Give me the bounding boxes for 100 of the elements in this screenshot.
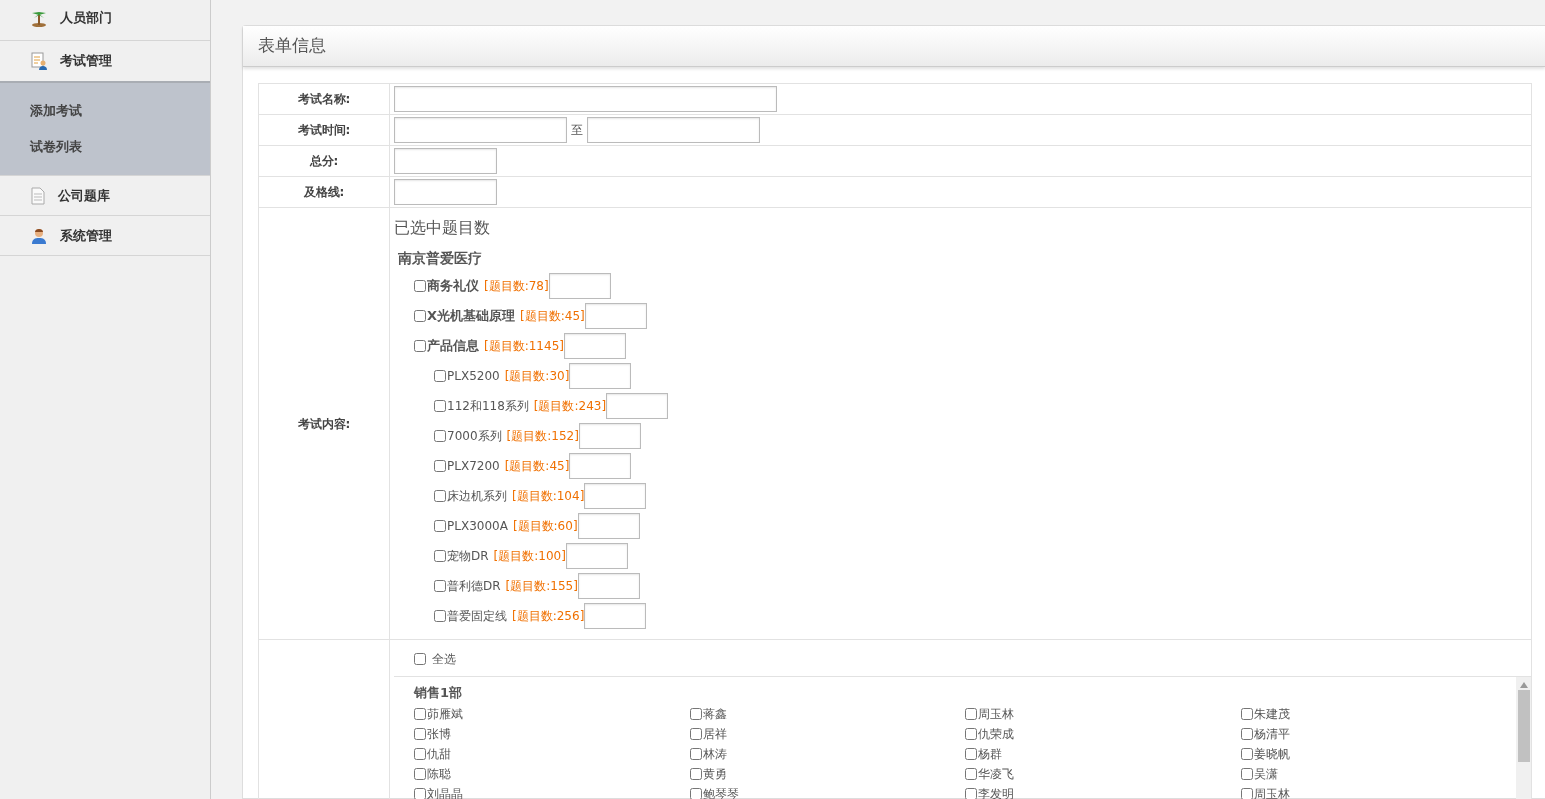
sidebar-item[interactable]: 系统管理 — [0, 216, 210, 256]
exam-name-field[interactable] — [394, 86, 777, 112]
count-field[interactable] — [584, 603, 647, 629]
category-label: 普爱固定线 — [447, 608, 507, 625]
checkbox[interactable] — [414, 707, 426, 720]
count-field[interactable] — [577, 573, 640, 599]
checkbox[interactable] — [965, 707, 977, 720]
company-heading: 南京普爱医疗 — [398, 249, 483, 268]
category-label: 普利德DR — [447, 578, 501, 595]
start-time-field[interactable] — [394, 117, 567, 143]
sidebar-item-label: 公司题库 — [58, 186, 110, 205]
field-label: 考试内容: — [259, 208, 390, 639]
checkbox[interactable] — [434, 550, 446, 562]
checkbox[interactable] — [434, 400, 446, 412]
checkbox[interactable] — [414, 727, 426, 740]
department-heading: 销售1部 — [414, 684, 464, 702]
category-label: PLX5200 — [447, 368, 500, 385]
checkbox[interactable] — [434, 460, 446, 472]
checkbox[interactable] — [434, 520, 446, 532]
checkbox[interactable] — [434, 610, 446, 622]
person-name: 林涛 — [702, 745, 727, 763]
question-count: [题目数:60] — [512, 518, 578, 535]
checkbox[interactable] — [414, 653, 426, 665]
page-icon — [30, 186, 46, 205]
count-field[interactable] — [569, 453, 632, 479]
scrollbar[interactable] — [1516, 677, 1531, 799]
person-name: 黄勇 — [702, 765, 727, 783]
person-name: 杨清平 — [1253, 725, 1290, 743]
category-label: 床边机系列 — [447, 488, 507, 505]
checkbox[interactable] — [965, 727, 977, 740]
category-label: 商务礼仪 — [427, 277, 479, 296]
checkbox[interactable] — [689, 787, 702, 799]
count-field[interactable] — [578, 423, 641, 449]
checkbox[interactable] — [434, 490, 446, 502]
count-field[interactable] — [584, 303, 647, 329]
field-label: 考试名称: — [259, 84, 390, 114]
checkbox[interactable] — [689, 707, 702, 720]
field-label: 及格线: — [259, 177, 390, 207]
checkbox[interactable] — [689, 767, 702, 780]
checkbox[interactable] — [414, 310, 426, 322]
category-label: 宠物DR — [447, 548, 489, 565]
person-name: 姜晓帆 — [1253, 745, 1290, 763]
question-count: [题目数:45] — [520, 308, 585, 325]
checkbox[interactable] — [965, 767, 977, 780]
palm-tree-icon — [30, 9, 48, 27]
scroll-up-icon[interactable] — [1519, 682, 1528, 688]
sidebar-item[interactable]: 考试管理 — [0, 41, 210, 81]
checkbox[interactable] — [965, 787, 977, 799]
panel-title: 表单信息 — [243, 26, 1545, 67]
checkbox[interactable] — [1240, 747, 1253, 760]
checkbox[interactable] — [414, 747, 426, 760]
count-field[interactable] — [565, 543, 628, 569]
scroll-thumb[interactable] — [1517, 690, 1530, 762]
question-count: [题目数:78] — [484, 278, 549, 295]
count-field[interactable] — [563, 333, 626, 359]
checkbox[interactable] — [414, 280, 426, 292]
person-name: 陈聪 — [427, 765, 451, 783]
checkbox[interactable] — [434, 580, 446, 592]
question-count: [题目数:152] — [506, 428, 579, 445]
checkbox[interactable] — [1240, 787, 1253, 799]
sidebar-item[interactable]: 公司题库 — [0, 176, 210, 216]
checkbox[interactable] — [434, 430, 446, 442]
total-score-field[interactable] — [394, 148, 497, 174]
end-time-field[interactable] — [587, 117, 760, 143]
person-name: 茆雁斌 — [427, 705, 463, 723]
checkbox[interactable] — [414, 340, 426, 352]
person-name: 李发明 — [978, 785, 1014, 799]
count-field[interactable] — [606, 393, 669, 419]
person-name: 周玉林 — [978, 705, 1014, 723]
sidebar-item-label: 人员部门 — [60, 8, 112, 27]
count-field[interactable] — [577, 513, 640, 539]
checkbox[interactable] — [414, 767, 426, 780]
category-label: PLX3000A — [447, 518, 508, 535]
checkbox[interactable] — [434, 370, 446, 382]
pass-line-field[interactable] — [394, 179, 497, 205]
sidebar-item-label: 系统管理 — [60, 226, 112, 245]
category-label: 112和118系列 — [447, 398, 529, 415]
sidebar-item[interactable]: 人员部门 — [0, 0, 210, 41]
checkbox[interactable] — [1240, 707, 1253, 720]
question-count: [题目数:100] — [493, 548, 566, 565]
question-count: [题目数:104] — [512, 488, 585, 505]
person-name: 仇荣成 — [978, 725, 1014, 743]
count-field[interactable] — [584, 483, 647, 509]
checkbox[interactable] — [689, 727, 702, 740]
person-name: 仇甜 — [427, 745, 451, 763]
count-field[interactable] — [569, 363, 632, 389]
category-label: 产品信息 — [427, 337, 479, 356]
sidebar-item-label: 考试管理 — [60, 52, 112, 71]
checkbox[interactable] — [1240, 767, 1253, 780]
submenu-item[interactable]: 试卷列表 — [0, 129, 210, 165]
category-label: PLX7200 — [447, 458, 500, 475]
count-field[interactable] — [548, 273, 611, 299]
submenu-item[interactable]: 添加考试 — [0, 93, 210, 129]
checkbox[interactable] — [965, 747, 977, 760]
checkbox[interactable] — [414, 787, 426, 799]
checkbox[interactable] — [689, 747, 702, 760]
person-name: 吴潇 — [1253, 765, 1278, 783]
question-count: [题目数:243] — [533, 398, 607, 415]
checkbox[interactable] — [1240, 727, 1253, 740]
person-name: 张博 — [427, 725, 451, 743]
